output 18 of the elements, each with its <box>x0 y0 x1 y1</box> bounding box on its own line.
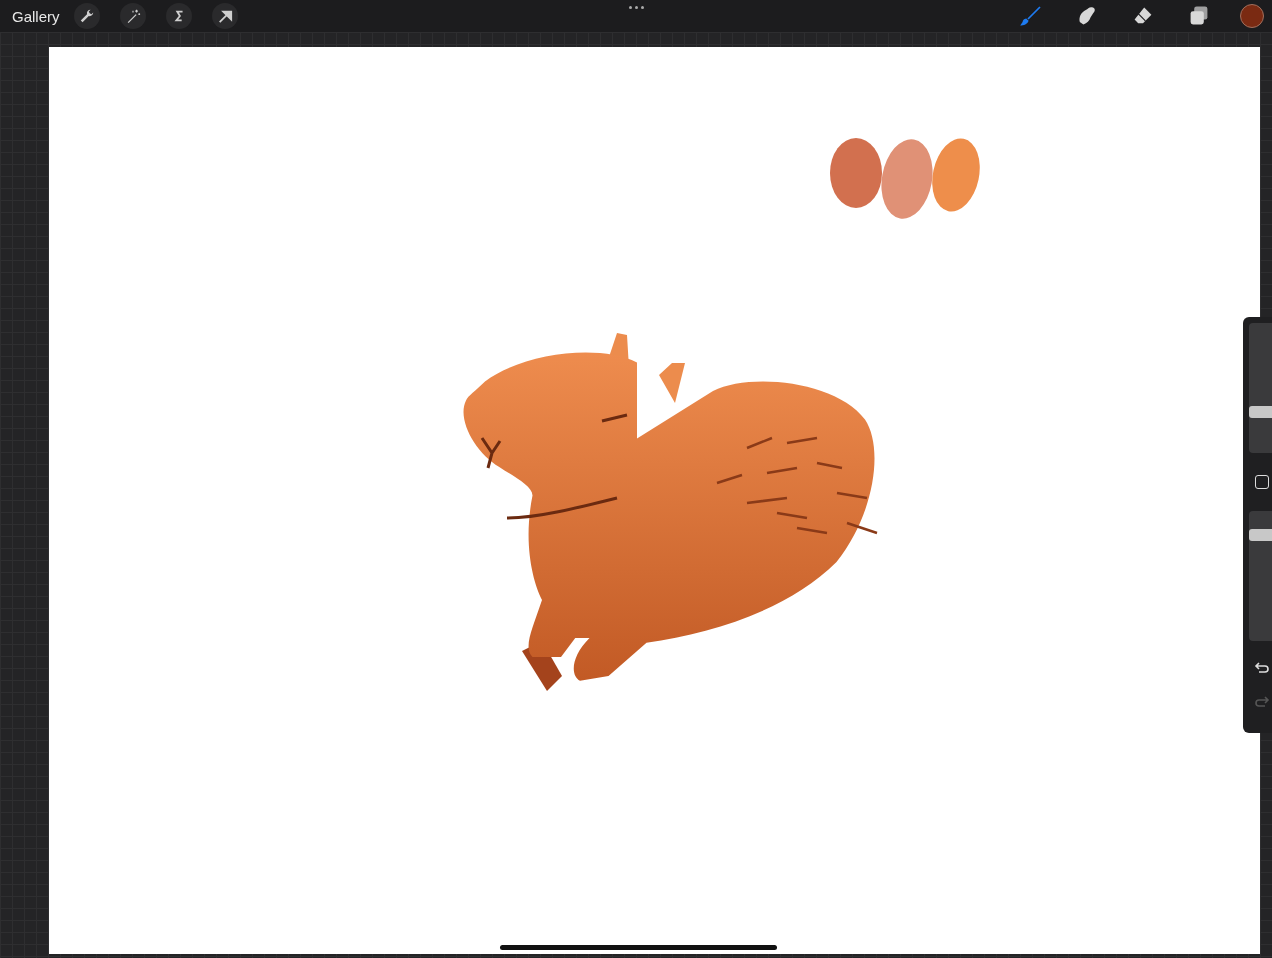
drawing-canvas[interactable] <box>49 47 1260 954</box>
more-dots-icon[interactable] <box>629 6 644 9</box>
color-swatch[interactable] <box>1240 4 1264 28</box>
arrow-button[interactable] <box>211 3 238 29</box>
gallery-button[interactable]: Gallery <box>12 7 60 25</box>
opacity-slider-track[interactable] <box>1248 511 1272 641</box>
undo-button[interactable] <box>1253 661 1270 675</box>
arrow-icon <box>216 8 233 24</box>
wrench-icon <box>78 8 95 24</box>
wrench-button[interactable] <box>73 3 100 29</box>
redo-arrow-icon <box>1253 695 1270 709</box>
brush-size-slider-thumb[interactable] <box>1248 405 1272 418</box>
brush-icon <box>1019 4 1043 28</box>
modify-square-button[interactable] <box>1254 475 1269 489</box>
undo-arrow-icon <box>1253 661 1270 675</box>
magic-wand-button[interactable] <box>119 3 146 29</box>
opacity-slider-thumb[interactable] <box>1248 528 1272 541</box>
brush-size-slider-track[interactable] <box>1248 323 1272 453</box>
